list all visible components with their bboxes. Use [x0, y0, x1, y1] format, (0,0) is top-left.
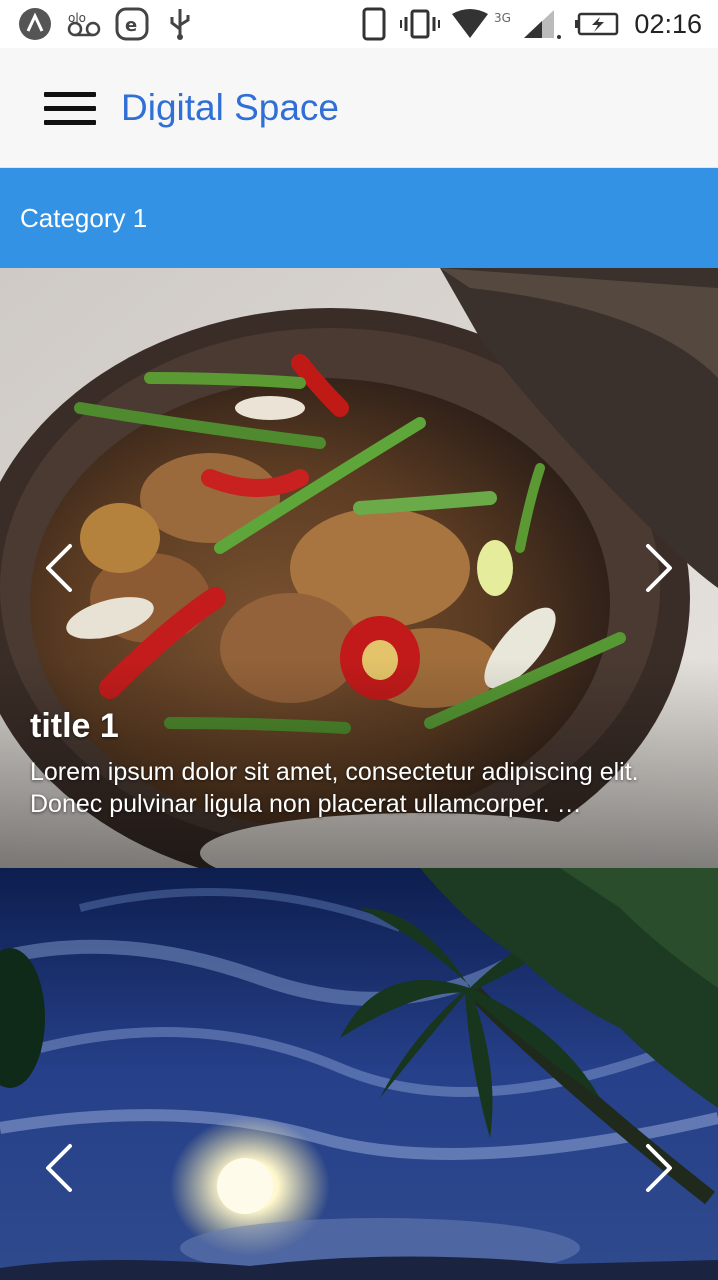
battery-charging-icon [574, 8, 620, 40]
chevron-left-icon[interactable] [30, 1138, 90, 1198]
wifi-icon: 3G [450, 8, 516, 40]
category-label: Category 1 [20, 203, 148, 233]
chevron-right-icon[interactable] [628, 538, 688, 598]
carousel-card[interactable] [0, 868, 718, 1280]
usb-icon [166, 8, 194, 40]
signal-icon [522, 8, 562, 40]
phone-outline-icon [362, 7, 386, 41]
svg-text:e: e [125, 15, 137, 36]
chevron-right-icon[interactable] [628, 1138, 688, 1198]
network-type-label: 3G [494, 11, 511, 25]
card-description: Lorem ipsum dolor sit amet, consectetur … [30, 758, 639, 818]
sunset-palm-image [0, 868, 718, 1280]
voicemail-icon: olo [66, 8, 102, 40]
card-caption: title 1 Lorem ipsum dolor sit amet, cons… [30, 706, 698, 820]
chevron-left-icon[interactable] [30, 538, 90, 598]
app-bar: Digital Space [0, 48, 718, 168]
hamburger-menu-icon[interactable] [30, 74, 110, 142]
e-app-icon: e [115, 7, 149, 41]
card-title: title 1 [30, 707, 119, 745]
status-time: 02:16 [634, 9, 702, 39]
category-header[interactable]: Category 1 [0, 168, 718, 268]
app-title: Digital Space [121, 87, 340, 128]
status-bar: olo e 3G 02:16 [0, 0, 718, 48]
app-a-icon [18, 8, 52, 40]
carousel-card[interactable]: title 1 Lorem ipsum dolor sit amet, cons… [0, 268, 718, 868]
vibrate-icon [400, 8, 440, 40]
